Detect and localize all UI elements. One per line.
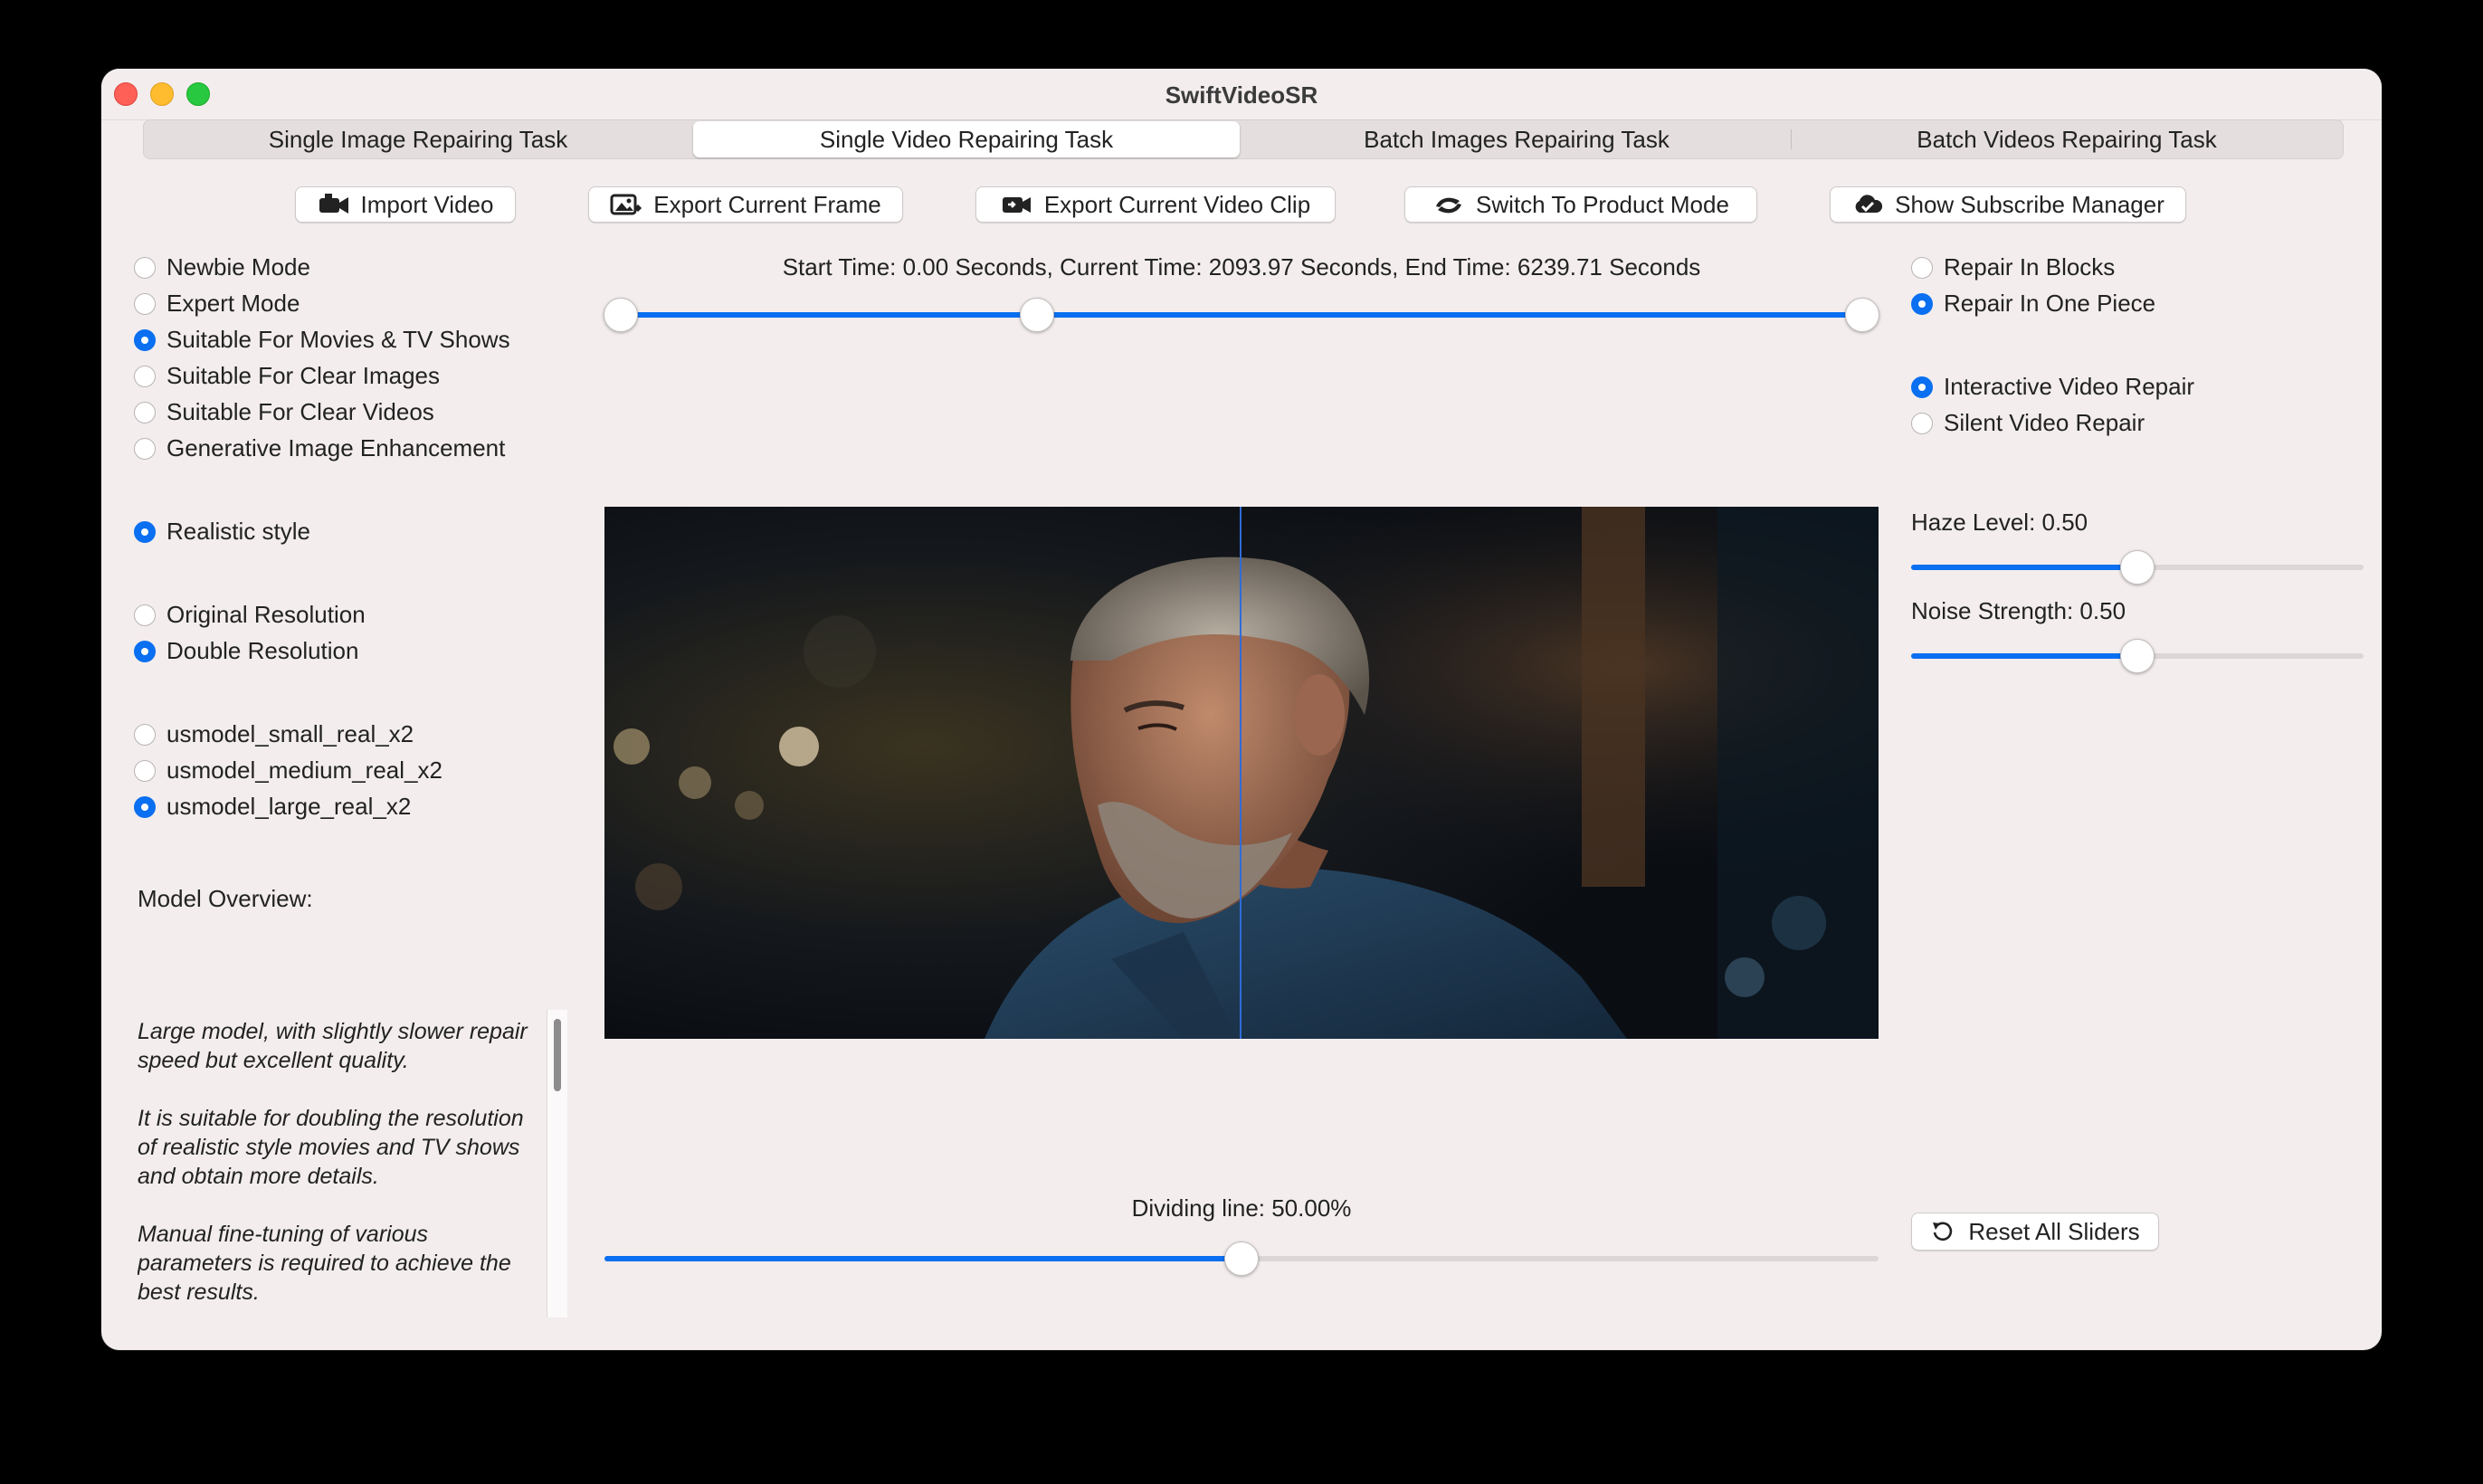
radio-indicator (134, 640, 156, 662)
overview-paragraph: Manual fine-tuning of various parameters… (138, 1222, 511, 1305)
radio-indicator (134, 292, 156, 315)
radio-indicator (134, 604, 156, 626)
radio-label: Expert Mode (166, 290, 300, 317)
tab-single-image[interactable]: Single Image Repairing Task (144, 120, 692, 158)
haze-level-fill (1911, 565, 2137, 570)
radio-clear-videos[interactable]: Suitable For Clear Videos (134, 398, 434, 426)
radio-label: Suitable For Clear Videos (166, 398, 434, 425)
radio-indicator (1911, 256, 1933, 279)
export-current-video-clip-label: Export Current Video Clip (1043, 190, 1311, 218)
noise-strength-handle[interactable] (2120, 639, 2155, 673)
switch-to-product-mode-button[interactable]: Switch To Product Mode (1404, 186, 1757, 223)
radio-indicator (134, 795, 156, 818)
radio-silent-video-repair[interactable]: Silent Video Repair (1911, 409, 2145, 437)
export-current-frame-button[interactable]: Export Current Frame (588, 186, 903, 223)
radio-indicator (134, 759, 156, 782)
cloud-check-icon (1855, 195, 1883, 213)
radio-indicator (134, 401, 156, 423)
dividing-line-fill (604, 1256, 1242, 1261)
radio-label: Suitable For Movies & TV Shows (166, 326, 510, 353)
dividing-line-handle[interactable] (1224, 1241, 1259, 1276)
video-preview[interactable] (604, 507, 1879, 1039)
radio-repair-in-blocks[interactable]: Repair In Blocks (1911, 253, 2115, 281)
window-title: SwiftVideoSR (1165, 81, 1318, 109)
radio-movies-tv-shows[interactable]: Suitable For Movies & TV Shows (134, 326, 510, 354)
radio-label: Repair In Blocks (1944, 253, 2116, 281)
radio-label: Generative Image Enhancement (166, 434, 506, 461)
import-video-label: Import Video (360, 190, 494, 218)
radio-indicator (134, 520, 156, 543)
tab-separator (1791, 129, 1792, 149)
video-camera-icon (319, 194, 348, 214)
reset-arrow-icon (1933, 1222, 1953, 1241)
radio-indicator (1911, 412, 1933, 434)
photo-export-icon (610, 194, 642, 215)
timeline-current-handle[interactable] (1020, 298, 1055, 332)
tab-batch-videos[interactable]: Batch Videos Repairing Task (1793, 120, 2341, 158)
radio-generative-enhancement[interactable]: Generative Image Enhancement (134, 434, 505, 462)
radio-label: Interactive Video Repair (1944, 373, 2195, 400)
haze-level-label: Haze Level: 0.50 (1911, 509, 2088, 536)
video-frame-image (604, 507, 1879, 1039)
overview-scrollbar[interactable] (547, 1010, 567, 1318)
radio-original-resolution[interactable]: Original Resolution (134, 601, 366, 629)
app-window: SwiftVideoSR Single Image Repairing Task… (101, 69, 2382, 1350)
switch-mode-icon (1436, 197, 1462, 214)
radio-indicator (134, 328, 156, 351)
radio-label: Newbie Mode (166, 253, 310, 281)
reset-all-sliders-button[interactable]: Reset All Sliders (1911, 1213, 2159, 1251)
tab-single-video[interactable]: Single Video Repairing Task (693, 121, 1240, 157)
haze-level-handle[interactable] (2120, 550, 2155, 585)
video-export-icon (1002, 197, 1031, 213)
radio-label: Original Resolution (166, 601, 366, 628)
title-bar: SwiftVideoSR (101, 69, 2382, 120)
timeline-end-handle[interactable] (1845, 298, 1879, 332)
radio-double-resolution[interactable]: Double Resolution (134, 637, 358, 665)
radio-label: usmodel_medium_real_x2 (166, 756, 442, 784)
radio-indicator (134, 256, 156, 279)
radio-clear-images[interactable]: Suitable For Clear Images (134, 362, 440, 390)
radio-label: Realistic style (166, 518, 310, 545)
radio-repair-in-one-piece[interactable]: Repair In One Piece (1911, 290, 2155, 318)
overview-scrollbar-thumb[interactable] (554, 1019, 561, 1091)
overview-paragraph: It is suitable for doubling the resoluti… (138, 1106, 524, 1189)
noise-strength-fill (1911, 653, 2137, 659)
radio-label: Repair In One Piece (1944, 290, 2156, 317)
radio-indicator (1911, 376, 1933, 398)
task-tab-bar: Single Image Repairing Task Single Video… (143, 119, 2344, 159)
show-subscribe-manager-label: Show Subscribe Manager (1895, 190, 2164, 218)
radio-interactive-video-repair[interactable]: Interactive Video Repair (1911, 373, 2194, 401)
radio-indicator (1911, 292, 1933, 315)
radio-indicator (134, 723, 156, 746)
timeline-start-handle[interactable] (604, 298, 638, 332)
radio-indicator (134, 365, 156, 387)
radio-label: Double Resolution (166, 637, 359, 664)
noise-strength-label: Noise Strength: 0.50 (1911, 597, 2126, 624)
import-video-button[interactable]: Import Video (295, 186, 516, 223)
radio-label: usmodel_small_real_x2 (166, 720, 414, 747)
radio-model-large[interactable]: usmodel_large_real_x2 (134, 793, 411, 821)
radio-realistic-style[interactable]: Realistic style (134, 518, 310, 546)
radio-model-small[interactable]: usmodel_small_real_x2 (134, 720, 414, 748)
reset-all-sliders-label: Reset All Sliders (1968, 1217, 2140, 1245)
export-current-frame-label: Export Current Frame (653, 190, 881, 218)
dividing-line-label: Dividing line: 50.00% (1131, 1194, 1352, 1222)
timeline-track[interactable] (621, 312, 1862, 318)
radio-label: usmodel_large_real_x2 (166, 793, 412, 820)
radio-indicator (134, 437, 156, 460)
radio-newbie-mode[interactable]: Newbie Mode (134, 253, 310, 281)
show-subscribe-manager-button[interactable]: Show Subscribe Manager (1830, 186, 2186, 223)
radio-model-medium[interactable]: usmodel_medium_real_x2 (134, 756, 442, 785)
tab-batch-images[interactable]: Batch Images Repairing Task (1242, 120, 1791, 158)
model-overview-heading: Model Overview: (138, 885, 313, 912)
radio-label: Silent Video Repair (1944, 409, 2145, 436)
radio-expert-mode[interactable]: Expert Mode (134, 290, 300, 318)
export-current-video-clip-button[interactable]: Export Current Video Clip (975, 186, 1336, 223)
overview-paragraph: Large model, with slightly slower repair… (138, 1019, 528, 1073)
model-overview-text-area[interactable]: Large model, with slightly slower repair… (138, 1010, 554, 1318)
switch-to-product-mode-label: Switch To Product Mode (1476, 190, 1729, 218)
radio-label: Suitable For Clear Images (166, 362, 441, 389)
timeline-label: Start Time: 0.00 Seconds, Current Time: … (782, 253, 1701, 281)
comparison-dividing-line[interactable] (1240, 507, 1242, 1039)
